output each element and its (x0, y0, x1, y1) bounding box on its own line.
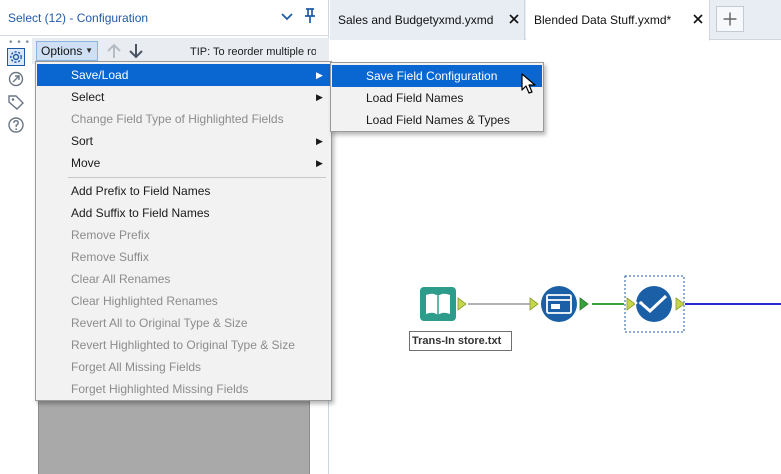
browse-window-icon[interactable] (529, 286, 589, 322)
menu-item-add-suffix[interactable]: Add Suffix to Field Names (37, 202, 330, 224)
submenu-arrow-icon: ▶ (316, 70, 323, 80)
menu-item-revert-highlighted[interactable]: Revert Highlighted to Original Type & Si… (37, 334, 330, 356)
menu-item-load-field-names-types[interactable]: Load Field Names & Types (332, 109, 542, 131)
menu-item-clear-all-renames[interactable]: Clear All Renames (37, 268, 330, 290)
menu-item-clear-highlighted-renames[interactable]: Clear Highlighted Renames (37, 290, 330, 312)
left-rail: • • • (0, 36, 32, 474)
pin-icon[interactable] (301, 7, 319, 25)
options-menu: Save/Load ▶ Select ▶ Change Field Type o… (35, 61, 332, 401)
configuration-title[interactable]: Select (12) - Configuration (8, 11, 148, 25)
menu-item-remove-prefix[interactable]: Remove Prefix (37, 224, 330, 246)
mouse-cursor-icon (521, 73, 536, 94)
help-icon[interactable] (7, 116, 25, 134)
link-icon[interactable] (7, 70, 25, 88)
menu-item-change-field-type[interactable]: Change Field Type of Highlighted Fields (37, 108, 330, 130)
tab-label: Sales and Budgetyxmd.yxmd (338, 13, 494, 27)
caret-down-icon: ▼ (85, 46, 93, 55)
save-load-submenu: Save Field Configuration Load Field Name… (330, 62, 544, 132)
arrow-down-icon[interactable] (128, 42, 144, 60)
gear-icon[interactable] (7, 48, 25, 66)
document-tab-bar: Sales and Budgetyxmd.yxmd Blended Data S… (330, 0, 781, 41)
menu-item-remove-suffix[interactable]: Remove Suffix (37, 246, 330, 268)
menu-item-add-prefix[interactable]: Add Prefix to Field Names (37, 180, 330, 202)
tip-text: TIP: To reorder multiple ro (190, 46, 316, 58)
menu-item-save-field-configuration[interactable]: Save Field Configuration (332, 65, 542, 87)
menu-item-save-load[interactable]: Save/Load ▶ (37, 64, 330, 86)
submenu-arrow-icon: ▶ (316, 158, 323, 168)
menu-item-forget-highlighted-missing[interactable]: Forget Highlighted Missing Fields (37, 378, 330, 400)
chevron-down-icon[interactable] (279, 8, 295, 24)
submenu-arrow-icon: ▶ (316, 92, 323, 102)
tab-sales-and-budget[interactable]: Sales and Budgetyxmd.yxmd (330, 0, 525, 40)
menu-item-select[interactable]: Select ▶ (37, 86, 330, 108)
field-grid-area (38, 400, 310, 474)
input-file-label: Trans-In store.txt (409, 331, 512, 351)
rail-dots: • • • (9, 37, 31, 48)
options-button-label: Options (41, 44, 83, 58)
add-tab-button[interactable] (716, 6, 744, 32)
book-input-icon[interactable] (420, 287, 467, 321)
arrow-up-icon[interactable] (106, 42, 122, 60)
close-icon[interactable] (691, 12, 705, 26)
tab-blended-data-stuff[interactable]: Blended Data Stuff.yxmd* (526, 0, 710, 41)
menu-item-forget-all-missing[interactable]: Forget All Missing Fields (37, 356, 330, 378)
submenu-arrow-icon: ▶ (316, 136, 323, 146)
menu-item-sort[interactable]: Sort ▶ (37, 130, 330, 152)
configuration-header: Select (12) - Configuration (0, 0, 329, 36)
tag-icon[interactable] (7, 93, 25, 111)
menu-separator (68, 177, 326, 178)
menu-item-load-field-names[interactable]: Load Field Names (332, 87, 542, 109)
select-check-icon[interactable] (624, 275, 685, 333)
tab-label: Blended Data Stuff.yxmd* (534, 13, 672, 27)
close-icon[interactable] (507, 12, 521, 26)
menu-item-move[interactable]: Move ▶ (37, 152, 330, 174)
menu-item-revert-all[interactable]: Revert All to Original Type & Size (37, 312, 330, 334)
options-button[interactable]: Options ▼ (36, 41, 98, 61)
